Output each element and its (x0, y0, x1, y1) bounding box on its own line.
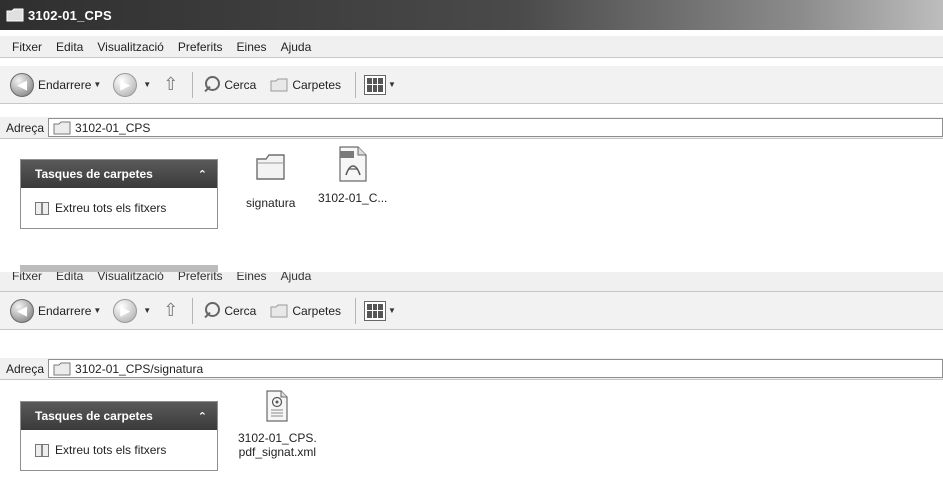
extract-all-task[interactable]: Extreu tots els fitxers (21, 188, 217, 228)
address-value: 3102-01_CPS/signatura (75, 361, 204, 376)
folder-tasks-title: Tasques de carpetes (35, 409, 153, 423)
views-button[interactable]: ▼ (364, 300, 402, 321)
folder-content: Tasques de carpetes ⌃ Extreu tots els fi… (0, 381, 943, 486)
menu-item-eines[interactable]: Eines (237, 272, 267, 283)
back-button[interactable]: ◀ Endarrere ▼ (10, 298, 107, 323)
menu-item-eines[interactable]: Eines (237, 40, 267, 54)
views-dropdown-icon[interactable]: ▼ (388, 306, 396, 315)
pdf-file-item[interactable]: 3102-01_C... (318, 145, 387, 205)
forward-arrow-icon: ▶ (113, 72, 138, 97)
back-dropdown-icon[interactable]: ▼ (93, 80, 101, 89)
file-name: signatura (246, 196, 296, 210)
window-titlebar: 3102-01_CPS (0, 0, 943, 30)
standard-toolbar: ◀ Endarrere ▼ ▶ ▼ ⇧ Cerca Carpetes ▼ (0, 66, 943, 104)
xml-file-icon (265, 389, 289, 423)
back-button-label: Endarrere (38, 303, 92, 318)
folders-icon (270, 304, 288, 318)
menu-item-visualitzacio[interactable]: Visualització (97, 272, 163, 283)
views-button[interactable]: ▼ (364, 74, 402, 95)
address-label: Adreça (6, 361, 45, 376)
address-bar: Adreça 3102-01_CPS/signatura (0, 358, 943, 380)
back-dropdown-icon[interactable]: ▼ (93, 306, 101, 315)
views-grid-icon (364, 300, 387, 321)
folder-icon (53, 362, 71, 376)
extract-all-task[interactable]: Extreu tots els fitxers (21, 430, 217, 470)
back-button[interactable]: ◀ Endarrere ▼ (10, 72, 107, 97)
folder-tasks-panel: Tasques de carpetes ⌃ Extreu tots els fi… (20, 401, 218, 471)
file-name-line2: pdf_signat.xml (238, 445, 317, 459)
forward-dropdown-icon[interactable]: ▼ (143, 306, 151, 315)
views-dropdown-icon[interactable]: ▼ (388, 80, 396, 89)
back-arrow-icon: ◀ (10, 72, 34, 97)
address-value: 3102-01_CPS (75, 120, 151, 135)
back-arrow-icon: ◀ (10, 298, 34, 323)
file-name-line1: 3102-01_CPS. (238, 431, 317, 445)
folder-tasks-header[interactable]: Tasques de carpetes ⌃ (21, 402, 217, 430)
file-name: 3102-01_C... (318, 191, 388, 205)
window-title: 3102-01_CPS (28, 7, 112, 23)
up-folder-icon[interactable]: ⇧ (163, 74, 178, 95)
folders-button[interactable]: Carpetes (270, 78, 341, 92)
forward-button[interactable]: ▶ ▼ (113, 298, 157, 323)
back-button-label: Endarrere (38, 77, 92, 92)
address-field[interactable]: 3102-01_CPS/signatura (48, 359, 943, 378)
folders-button-label: Carpetes (292, 77, 342, 92)
menu-bar: Fitxer Edita Visualització Preferits Ein… (0, 36, 943, 58)
folders-button[interactable]: Carpetes (270, 304, 341, 318)
menu-item-ajuda[interactable]: Ajuda (281, 40, 312, 54)
views-grid-icon (364, 74, 387, 95)
folders-icon (270, 78, 288, 92)
search-icon (201, 301, 221, 321)
search-button-label: Cerca (224, 303, 257, 318)
folder-tasks-panel: Tasques de carpetes ⌃ Extreu tots els fi… (20, 159, 218, 229)
extract-all-label: Extreu tots els fitxers (55, 443, 167, 457)
search-button[interactable]: Cerca (201, 75, 256, 95)
menu-item-preferits[interactable]: Preferits (178, 272, 223, 283)
menu-item-preferits[interactable]: Preferits (178, 40, 223, 54)
address-field[interactable]: 3102-01_CPS (48, 118, 943, 137)
forward-dropdown-icon[interactable]: ▼ (143, 80, 151, 89)
collapse-chevron-icon[interactable]: ⌃ (198, 410, 207, 423)
folder-content: Tasques de carpetes ⌃ Extreu tots els fi… (0, 140, 943, 273)
collapse-chevron-icon[interactable]: ⌃ (198, 168, 207, 181)
folder-item-signatura[interactable]: signatura (246, 152, 295, 210)
up-folder-icon[interactable]: ⇧ (163, 300, 178, 321)
menu-item-fitxer[interactable]: Fitxer (12, 272, 42, 283)
forward-arrow-icon: ▶ (113, 298, 138, 323)
menu-item-fitxer[interactable]: Fitxer (12, 40, 42, 54)
zip-icon (35, 443, 49, 457)
folder-icon (53, 121, 71, 135)
xml-file-item[interactable]: 3102-01_CPS. pdf_signat.xml (238, 389, 317, 459)
zip-icon (35, 201, 49, 215)
menu-item-ajuda[interactable]: Ajuda (281, 272, 312, 283)
address-bar: Adreça 3102-01_CPS (0, 117, 943, 139)
menu-bar: Fitxer Edita Visualització Preferits Ein… (0, 272, 943, 292)
search-icon (201, 75, 221, 95)
search-button[interactable]: Cerca (201, 301, 256, 321)
menu-item-visualitzacio[interactable]: Visualització (97, 40, 163, 54)
extract-all-label: Extreu tots els fitxers (55, 201, 167, 215)
address-label: Adreça (6, 120, 45, 135)
menu-item-edita[interactable]: Edita (56, 272, 83, 283)
pdf-file-icon (338, 145, 368, 183)
standard-toolbar: ◀ Endarrere ▼ ▶ ▼ ⇧ Cerca Carpetes ▼ (0, 292, 943, 330)
toolbar-separator (192, 297, 194, 324)
folder-tasks-title: Tasques de carpetes (35, 167, 153, 181)
folder-icon (254, 152, 288, 182)
folder-tasks-header[interactable]: Tasques de carpetes ⌃ (21, 160, 217, 188)
forward-button[interactable]: ▶ ▼ (113, 72, 157, 97)
folders-button-label: Carpetes (292, 303, 342, 318)
toolbar-separator (355, 71, 357, 98)
menu-item-edita[interactable]: Edita (56, 40, 83, 54)
search-button-label: Cerca (224, 77, 257, 92)
toolbar-separator (355, 297, 357, 324)
folder-icon (6, 8, 24, 22)
toolbar-separator (192, 71, 194, 98)
